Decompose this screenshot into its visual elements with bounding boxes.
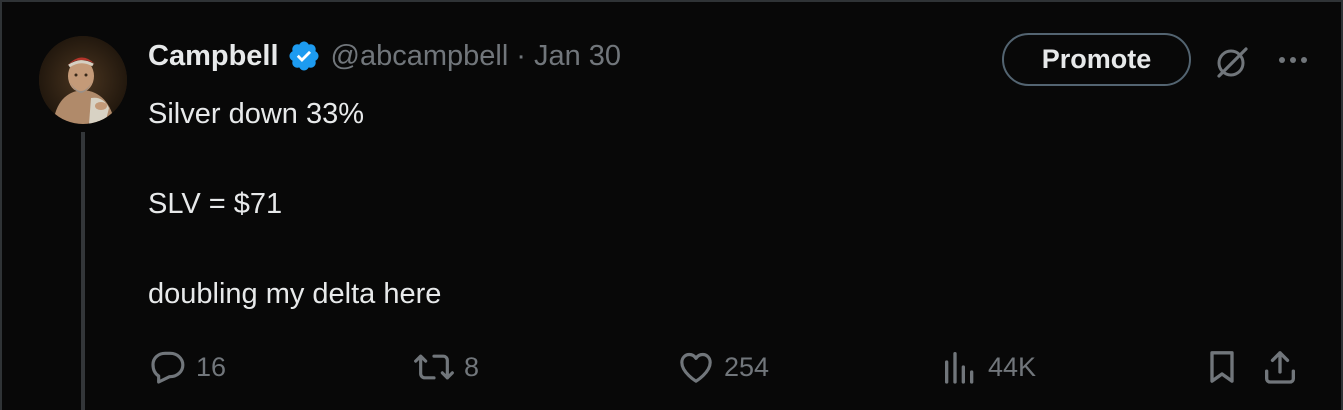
share-icon bbox=[1265, 351, 1295, 384]
author-handle[interactable]: @abcampbell bbox=[331, 40, 509, 73]
repost-count: 8 bbox=[464, 351, 480, 382]
heart-icon bbox=[680, 352, 712, 383]
repost-button[interactable]: 8 bbox=[412, 344, 479, 390]
tweet-date[interactable]: Jan 30 bbox=[534, 40, 621, 73]
tweet-line: SLV = $71 bbox=[148, 188, 283, 220]
grok-icon[interactable] bbox=[1212, 42, 1252, 82]
reply-count: 16 bbox=[196, 351, 227, 382]
views-count: 44K bbox=[988, 351, 1037, 382]
more-horizontal-icon[interactable] bbox=[1274, 45, 1314, 75]
tweet-header: Campbell @abcampbell · Jan 30 bbox=[148, 36, 621, 76]
reply-button[interactable]: 16 bbox=[148, 344, 226, 390]
tweet-line: doubling my delta here bbox=[148, 278, 442, 310]
avatar[interactable] bbox=[39, 36, 127, 124]
like-button[interactable]: 254 bbox=[676, 344, 769, 390]
reply-icon bbox=[151, 351, 185, 384]
author-display-name[interactable]: Campbell bbox=[148, 40, 279, 73]
views-button[interactable]: 44K bbox=[940, 344, 1036, 390]
tweet-line: Silver down 33% bbox=[148, 98, 364, 130]
bookmark-icon bbox=[1210, 351, 1234, 383]
promote-button[interactable]: Promote bbox=[1002, 33, 1191, 86]
views-chart-icon bbox=[945, 352, 974, 384]
share-button[interactable] bbox=[1260, 344, 1300, 390]
like-count: 254 bbox=[724, 351, 770, 382]
left-divider bbox=[0, 0, 2, 410]
header-separator: · bbox=[516, 39, 526, 72]
thread-connector-line bbox=[81, 132, 85, 410]
bookmark-button[interactable] bbox=[1202, 344, 1242, 390]
avatar-portrait-image bbox=[39, 36, 127, 124]
verified-badge-icon[interactable] bbox=[287, 39, 321, 73]
repost-icon bbox=[414, 354, 454, 380]
top-divider bbox=[0, 0, 1343, 2]
